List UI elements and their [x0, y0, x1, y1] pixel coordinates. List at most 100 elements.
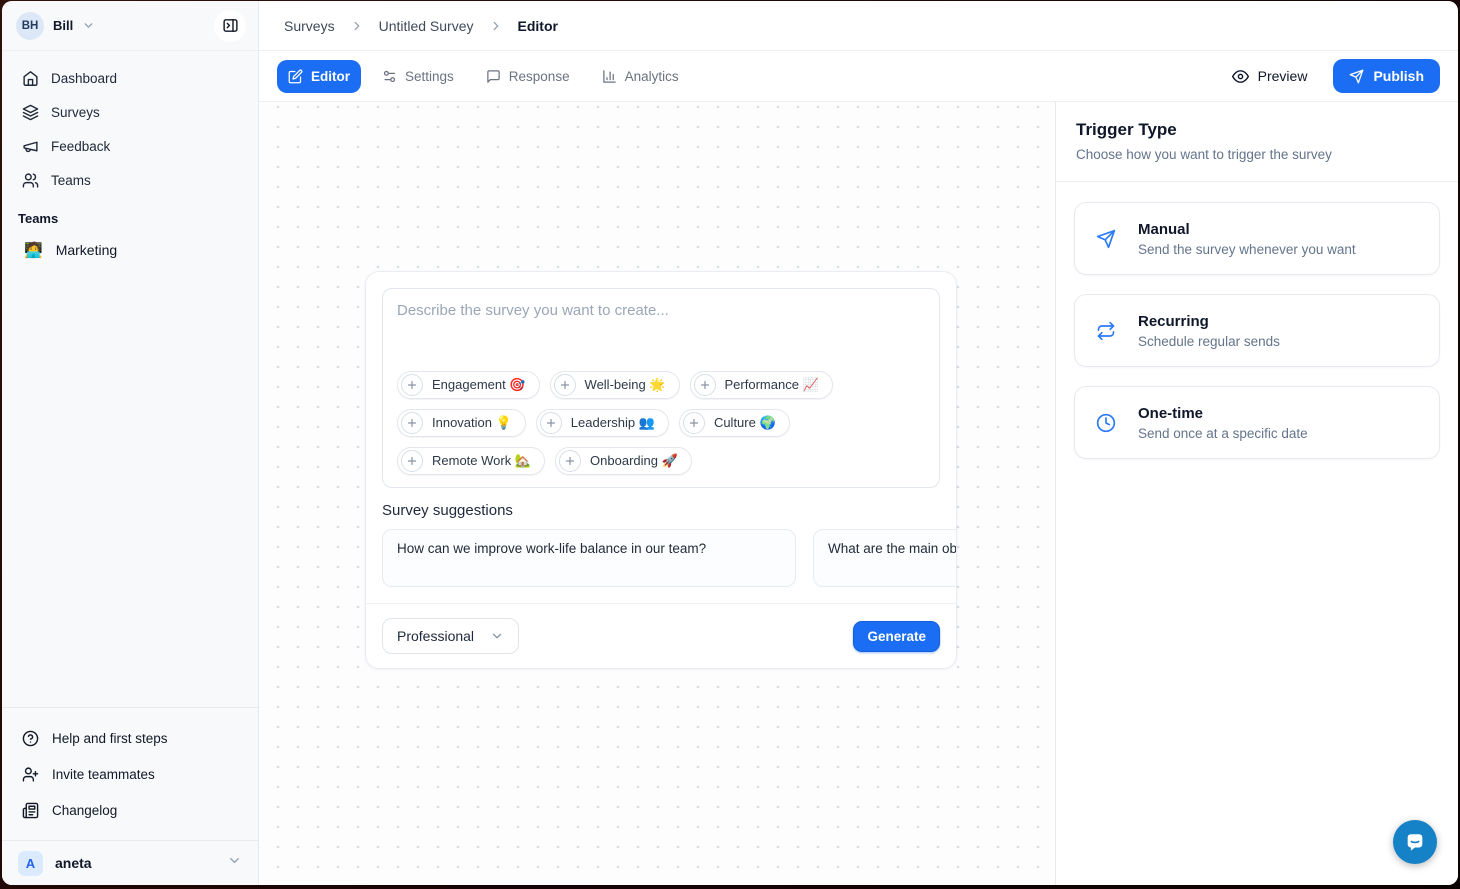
composer-footer: Professional Generate [366, 603, 956, 668]
generate-button[interactable]: Generate [853, 621, 940, 652]
editor-canvas[interactable]: Describe the survey you want to create..… [259, 102, 1055, 885]
trigger-option-title: Manual [1138, 221, 1356, 238]
sidebar-item-label: Changelog [52, 803, 117, 818]
trigger-option-description: Send once at a specific date [1138, 426, 1308, 441]
publish-label: Publish [1373, 68, 1424, 84]
sidebar-item-label: Invite teammates [52, 767, 155, 782]
survey-prompt-input[interactable]: Describe the survey you want to create..… [382, 288, 940, 488]
clock-icon [1096, 413, 1116, 433]
repeat-icon [1096, 321, 1116, 341]
plus-icon [540, 412, 562, 434]
chip-label: Leadership 👥 [571, 415, 655, 431]
tone-select[interactable]: Professional [382, 618, 519, 654]
sidebar-item-invite[interactable]: Invite teammates [10, 756, 250, 792]
plus-icon [401, 450, 423, 472]
sidebar-item-feedback[interactable]: Feedback [10, 129, 250, 163]
home-icon [22, 70, 39, 87]
chip-label: Performance 📈 [725, 377, 819, 393]
sidebar-item-label: Help and first steps [52, 731, 168, 746]
sidebar-item-label: Surveys [51, 105, 100, 120]
tab-settings[interactable]: Settings [371, 60, 465, 93]
chip-label: Innovation 💡 [432, 415, 512, 431]
sidebar-spacer [2, 266, 258, 707]
trigger-option-one-time[interactable]: One-time Send once at a specific date [1074, 386, 1440, 459]
sidebar-item-changelog[interactable]: Changelog [10, 792, 250, 828]
tone-value: Professional [397, 628, 474, 644]
chip-label: Engagement 🎯 [432, 377, 526, 393]
tab-label: Editor [311, 69, 350, 84]
breadcrumb-untitled-survey[interactable]: Untitled Survey [379, 18, 474, 34]
tab-editor[interactable]: Editor [277, 60, 361, 93]
tab-analytics[interactable]: Analytics [591, 60, 690, 93]
sidebar-collapse-button[interactable] [214, 10, 246, 42]
topic-chip-wellbeing[interactable]: Well-being 🌟 [550, 371, 680, 399]
prompt-placeholder: Describe the survey you want to create..… [397, 302, 925, 319]
sidebar-item-surveys[interactable]: Surveys [10, 95, 250, 129]
preview-button[interactable]: Preview [1226, 67, 1314, 86]
chevron-right-icon [350, 19, 364, 33]
plus-icon [554, 374, 576, 396]
topic-chip-onboarding[interactable]: Onboarding 🚀 [555, 447, 692, 475]
chip-label: Onboarding 🚀 [590, 453, 678, 469]
trigger-option-title: Recurring [1138, 313, 1280, 330]
topic-chip-innovation[interactable]: Innovation 💡 [397, 409, 526, 437]
topic-chip-culture[interactable]: Culture 🌍 [679, 409, 790, 437]
trigger-option-description: Send the survey whenever you want [1138, 242, 1356, 257]
preview-label: Preview [1258, 68, 1308, 84]
teams-section-label: Teams [2, 197, 258, 234]
user-name: aneta [55, 855, 92, 871]
chat-launcher-button[interactable] [1393, 820, 1437, 864]
sidebar: BH Bill Dashboard Surveys Feedback T [2, 1, 259, 885]
eye-icon [1232, 68, 1249, 85]
suggestions-title: Survey suggestions [382, 502, 940, 519]
megaphone-icon [22, 138, 39, 155]
pencil-square-icon [288, 69, 303, 84]
breadcrumb: Surveys Untitled Survey Editor [259, 1, 1458, 51]
app-window: BH Bill Dashboard Surveys Feedback T [2, 1, 1458, 885]
chip-label: Well-being 🌟 [585, 377, 666, 393]
trigger-type-panel: Trigger Type Choose how you want to trig… [1055, 102, 1458, 885]
panel-title: Trigger Type [1076, 120, 1438, 140]
trigger-option-recurring[interactable]: Recurring Schedule regular sends [1074, 294, 1440, 367]
topic-chip-engagement[interactable]: Engagement 🎯 [397, 371, 540, 399]
plus-icon [683, 412, 705, 434]
plus-icon [401, 374, 423, 396]
workspace-name: Bill [53, 18, 73, 33]
sliders-icon [382, 69, 397, 84]
suggestion-card[interactable]: What are the main ob [813, 529, 956, 587]
user-avatar: A [18, 851, 43, 876]
topic-chip-performance[interactable]: Performance 📈 [690, 371, 833, 399]
chat-bubble-icon [1404, 831, 1426, 853]
message-square-icon [486, 69, 501, 84]
sidebar-item-teams[interactable]: Teams [10, 163, 250, 197]
sidebar-item-dashboard[interactable]: Dashboard [10, 61, 250, 95]
editor-toolbar: Editor Settings Response Analytics Previ… [259, 51, 1458, 102]
plus-icon [559, 450, 581, 472]
panel-subtitle: Choose how you want to trigger the surve… [1076, 147, 1438, 162]
survey-composer-card: Describe the survey you want to create..… [365, 271, 957, 669]
sidebar-item-team-marketing[interactable]: 🧑‍💻 Marketing [10, 234, 250, 266]
suggestion-card[interactable]: How can we improve work-life balance in … [382, 529, 796, 587]
chip-label: Remote Work 🏡 [432, 453, 531, 469]
sidebar-item-label: Feedback [51, 139, 110, 154]
topic-chip-remote-work[interactable]: Remote Work 🏡 [397, 447, 545, 475]
trigger-options: Manual Send the survey whenever you want… [1056, 182, 1458, 479]
trigger-option-manual[interactable]: Manual Send the survey whenever you want [1074, 202, 1440, 275]
send-icon [1349, 69, 1364, 84]
main-area: Surveys Untitled Survey Editor Editor Se… [259, 1, 1458, 885]
publish-button[interactable]: Publish [1333, 59, 1440, 93]
suggestions-carousel[interactable]: How can we improve work-life balance in … [382, 529, 956, 587]
send-icon [1096, 229, 1116, 249]
workspace-switcher[interactable]: BH Bill [2, 1, 258, 51]
chevron-down-icon [490, 629, 504, 643]
sidebar-item-help[interactable]: Help and first steps [10, 720, 250, 756]
user-menu[interactable]: A aneta [2, 840, 258, 885]
editor-content: Describe the survey you want to create..… [259, 102, 1458, 885]
tab-response[interactable]: Response [475, 60, 581, 93]
workspace-avatar: BH [16, 12, 44, 40]
users-icon [22, 172, 39, 189]
chevron-right-icon [489, 19, 503, 33]
plus-icon [401, 412, 423, 434]
breadcrumb-surveys[interactable]: Surveys [284, 18, 335, 34]
topic-chip-leadership[interactable]: Leadership 👥 [536, 409, 669, 437]
